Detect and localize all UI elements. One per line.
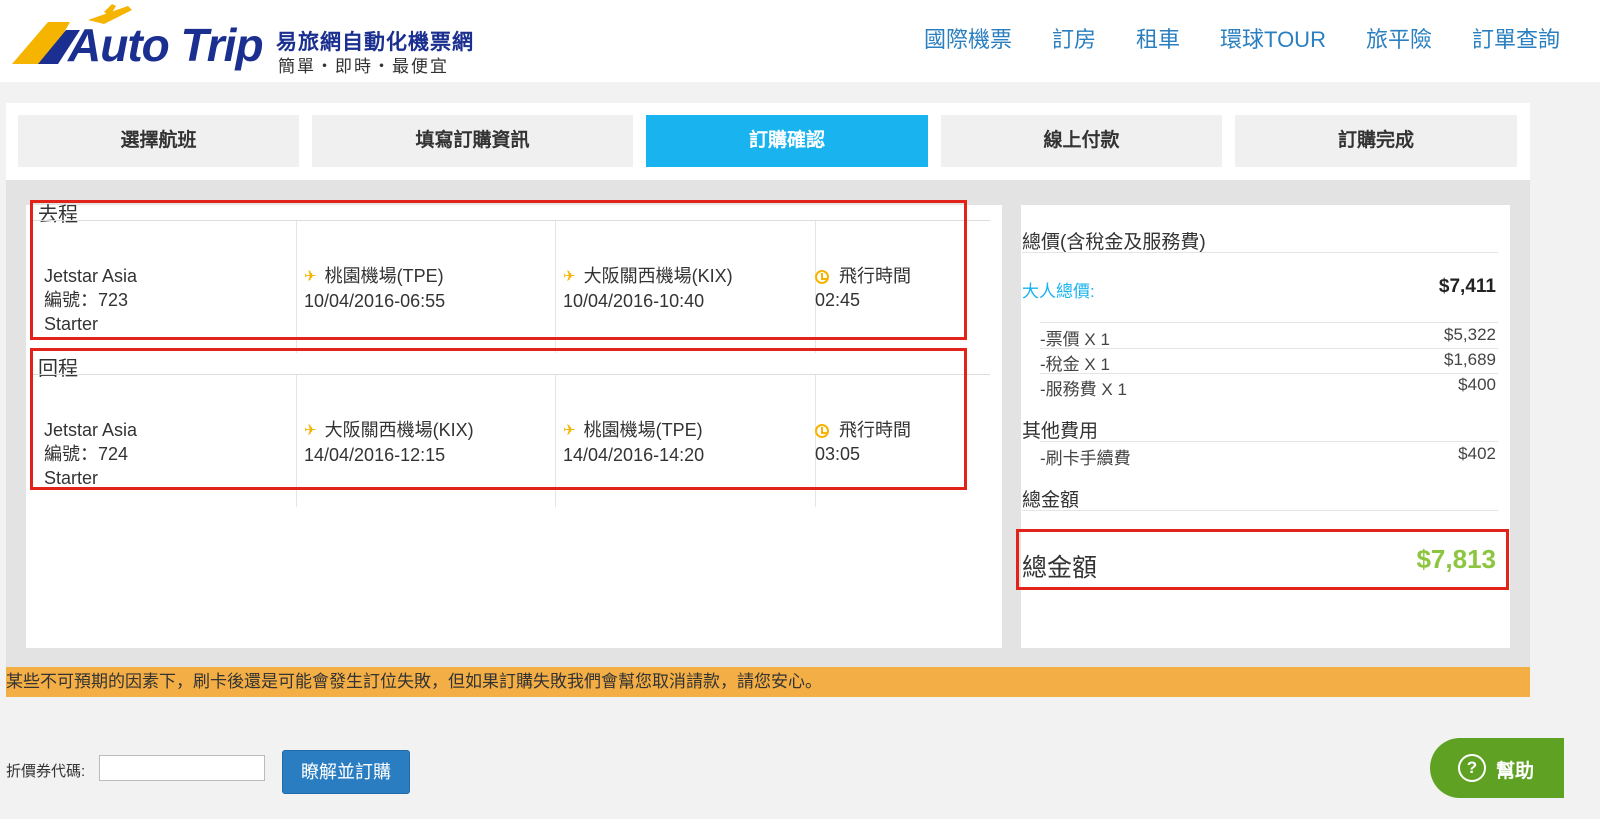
help-button[interactable]: ? 幫助: [1430, 738, 1564, 798]
confirm-and-order-button[interactable]: 瞭解並訂購: [282, 750, 410, 794]
step-select-flight: 選擇航班: [18, 115, 299, 167]
breakdown-label: -稅金 X 1: [1040, 355, 1110, 374]
price-breakdown-row: -服務費 X 1 $400: [1040, 375, 1496, 400]
total-heading: 總金額: [1022, 490, 1080, 511]
site-header: Auto Trip 易旅網自動化機票網 簡單・即時・最便宜 國際機票 訂房 租車…: [0, 0, 1600, 82]
other-fee-value: $402: [1458, 444, 1496, 463]
other-fees-heading: 其他費用: [1022, 421, 1099, 442]
price-heading: 總價(含稅金及服務費): [1022, 232, 1206, 253]
divider: [1022, 510, 1498, 511]
nav-travel-insurance[interactable]: 旅平險: [1366, 22, 1432, 54]
coupon-label: 折價券代碼:: [6, 763, 86, 780]
highlight-box: [30, 348, 967, 490]
nav-car-rental[interactable]: 租車: [1136, 22, 1180, 54]
nav-world-tour[interactable]: 環球TOUR: [1220, 22, 1326, 54]
step-fill-info: 填寫訂購資訊: [312, 115, 633, 167]
price-breakdown-row: -票價 X 1 $5,322: [1040, 325, 1496, 350]
adult-total-value: $7,411: [1438, 276, 1496, 297]
step-confirm-order: 訂購確認: [646, 115, 928, 167]
coupon-code-input[interactable]: [99, 755, 265, 781]
breakdown-value: $400: [1458, 375, 1496, 394]
nav-order-lookup[interactable]: 訂單查詢: [1472, 22, 1560, 54]
other-fee-row: -刷卡手續費 $402: [1040, 444, 1496, 469]
main-nav: 國際機票 訂房 租車 環球TOUR 旅平險 訂單查詢: [924, 22, 1560, 54]
site-logo[interactable]: Auto Trip 易旅網自動化機票網 簡單・即時・最便宜: [8, 2, 478, 78]
highlight-box: [1016, 529, 1509, 590]
question-icon: ?: [1458, 754, 1486, 782]
other-fee-label: -刷卡手續費: [1040, 449, 1131, 468]
breakdown-value: $5,322: [1444, 325, 1496, 344]
divider: [1040, 441, 1498, 442]
divider: [1040, 373, 1498, 374]
divider: [1040, 322, 1498, 323]
logo-text: Auto Trip: [68, 19, 264, 71]
breakdown-label: -服務費 X 1: [1040, 380, 1127, 399]
divider: [1040, 348, 1498, 349]
price-breakdown-row: -稅金 X 1 $1,689: [1040, 350, 1496, 375]
progress-steps: 選擇航班 填寫訂購資訊 訂購確認 線上付款 訂購完成: [6, 103, 1530, 180]
step-online-payment: 線上付款: [941, 115, 1222, 167]
nav-international-tickets[interactable]: 國際機票: [924, 22, 1012, 54]
adult-total-label: 大人總價:: [1022, 282, 1095, 301]
breakdown-value: $1,689: [1444, 350, 1496, 369]
logo-slogan: 簡單・即時・最便宜: [278, 57, 449, 76]
payment-notice: 某些不可預期的因素下，刷卡後還是可能會發生訂位失敗，但如果訂購失敗我們會幫您取消…: [6, 667, 1530, 697]
nav-hotel[interactable]: 訂房: [1052, 22, 1096, 54]
divider: [1022, 252, 1498, 253]
help-label: 幫助: [1496, 761, 1535, 782]
highlight-box: [30, 200, 967, 340]
step-order-complete: 訂購完成: [1235, 115, 1517, 167]
breakdown-label: -票價 X 1: [1040, 330, 1110, 349]
